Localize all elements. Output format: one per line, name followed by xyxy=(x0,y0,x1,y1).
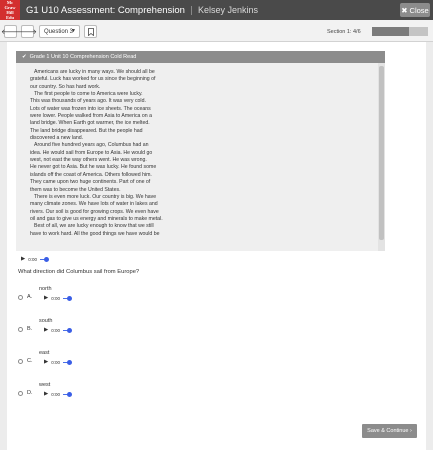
passage-line: idea. He would sail from Europe to Asia.… xyxy=(30,149,153,156)
audio-slider[interactable] xyxy=(63,359,72,365)
next-question-button[interactable]: 🡒 xyxy=(18,25,37,38)
audio-slider[interactable] xyxy=(63,295,72,301)
option-letter: C. xyxy=(27,358,33,364)
passage-line: discovered a new land. xyxy=(30,135,84,142)
scrollbar-thumb[interactable] xyxy=(379,66,384,240)
option-audio-player[interactable]: ▶ 0:00 xyxy=(44,391,72,397)
passage-line: Best of all, we are lucky enough to know… xyxy=(34,223,154,230)
question-select-value: Question 3 xyxy=(44,28,74,35)
radio-button[interactable] xyxy=(18,327,23,332)
passage-line: He never got to Asia. But he was lucky. … xyxy=(30,164,157,171)
passage-line: them was to become the United States. xyxy=(30,186,121,193)
passage-line: west, not east the way others went. He w… xyxy=(30,157,147,164)
audio-time: 0:00 xyxy=(51,327,60,333)
audio-time: 0:00 xyxy=(51,359,60,365)
play-icon[interactable]: ▶ xyxy=(21,256,25,262)
audio-slider[interactable] xyxy=(63,391,72,397)
option-letter: A. xyxy=(27,294,33,300)
radio-button[interactable] xyxy=(18,359,23,364)
section-progress-label: Section 1: 4/6 xyxy=(327,29,361,35)
passage-line: grateful. Luck has worked for us since t… xyxy=(30,76,156,83)
option-label: east xyxy=(39,350,50,356)
mcgraw-hill-logo: Mc Graw Hill Edu xyxy=(0,0,20,20)
audio-time: 0:00 xyxy=(51,391,60,397)
radio-button[interactable] xyxy=(18,295,23,300)
answer-option-a[interactable]: A. north ▶ 0:00 xyxy=(18,286,218,318)
checkmark-icon: ✔ xyxy=(22,54,27,60)
option-letter: D. xyxy=(27,390,33,396)
user-name: Kelsey Jenkins xyxy=(197,5,258,15)
assessment-title: G1 U10 Assessment: Comprehension xyxy=(26,4,185,16)
app-header: Mc Graw Hill Edu G1 U10 Assessment: Comp… xyxy=(0,0,433,20)
bookmark-icon xyxy=(87,27,94,36)
option-audio-player[interactable]: ▶ 0:00 xyxy=(44,359,72,365)
passage-line: have to work hard. All the good things w… xyxy=(30,230,160,237)
save-continue-button[interactable]: Save & Continue › xyxy=(362,424,417,438)
audio-time: 0:00 xyxy=(51,295,60,301)
question-panel: ✔ Grade 1 Unit 10 Comprehension Cold Rea… xyxy=(7,42,426,450)
audio-slider[interactable] xyxy=(40,256,49,262)
passage-header: ✔ Grade 1 Unit 10 Comprehension Cold Rea… xyxy=(16,51,385,63)
audio-slider[interactable] xyxy=(63,327,72,333)
passage-scrollbar[interactable] xyxy=(378,63,385,251)
option-audio-player[interactable]: ▶ 0:00 xyxy=(44,295,72,301)
play-icon[interactable]: ▶ xyxy=(44,391,48,397)
question-text: What direction did Columbus sail from Eu… xyxy=(18,269,140,275)
close-label: Close xyxy=(409,5,429,15)
radio-button[interactable] xyxy=(18,391,23,396)
passage-line: This was thousands of years ago. It was … xyxy=(30,98,146,105)
play-icon[interactable]: ▶ xyxy=(44,359,48,365)
play-icon[interactable]: ▶ xyxy=(44,295,48,301)
previous-question-button[interactable]: 🡐 xyxy=(1,25,20,38)
passage-line: rivers. Our soil is good for growing cro… xyxy=(30,208,159,215)
audio-time: 0:00 xyxy=(28,256,37,262)
option-label: south xyxy=(39,318,53,324)
bookmark-button[interactable] xyxy=(84,25,97,38)
passage-line: There is even more luck. Our country is … xyxy=(34,193,157,200)
answer-option-d[interactable]: D. west ▶ 0:00 xyxy=(18,382,218,414)
option-label: north xyxy=(39,286,52,292)
passage-title: Grade 1 Unit 10 Comprehension Cold Read xyxy=(29,54,137,60)
passage-scroll-area[interactable]: Americans are lucky in many ways. We sho… xyxy=(16,63,385,251)
option-label: west xyxy=(39,382,51,388)
passage-line: The first people to come to America were… xyxy=(34,91,143,98)
passage-line: land bridge. When Earth got warmer, the … xyxy=(30,120,150,127)
passage-line: Around five hundred years ago, Columbus … xyxy=(34,142,149,149)
passage-line: The land bridge disappeared. But the peo… xyxy=(30,127,143,134)
passage-line: Americans are lucky in many ways. We sho… xyxy=(34,69,155,75)
header-divider xyxy=(190,5,192,15)
option-letter: B. xyxy=(27,326,33,332)
passage-line: many climate zones. We have lots of wate… xyxy=(30,201,158,208)
play-icon[interactable]: ▶ xyxy=(44,327,48,333)
passage-line: our country. So has hard work. xyxy=(30,83,101,90)
passage-text: Americans are lucky in many ways. We sho… xyxy=(30,69,380,238)
passage-line: oil and gas to give us energy and minera… xyxy=(30,215,163,222)
arrow-left-icon: 🡐 xyxy=(1,29,20,36)
close-button[interactable]: ✖ Close xyxy=(400,3,430,17)
close-icon: ✖ xyxy=(401,5,408,15)
answer-option-b[interactable]: B. south ▶ 0:00 xyxy=(18,318,218,350)
arrow-right-icon: 🡒 xyxy=(18,29,37,36)
passage-line: They came upon two huge continents. Part… xyxy=(30,179,151,186)
passage-line: islands off the coast of America. Others… xyxy=(30,171,152,178)
passage-audio-player[interactable]: ▶ 0:00 xyxy=(21,256,49,262)
section-progress-fill xyxy=(372,27,410,36)
question-toolbar: 🡐 🡒 Question 3 ▼ Section 1: 4/6 xyxy=(0,20,433,42)
option-audio-player[interactable]: ▶ 0:00 xyxy=(44,327,72,333)
chevron-down-icon: ▼ xyxy=(71,28,76,34)
passage-line: Lots of water was frozen into ice sheets… xyxy=(30,105,151,112)
answer-option-c[interactable]: C. east ▶ 0:00 xyxy=(18,350,218,382)
section-progress-bar xyxy=(372,27,428,36)
passage-line: were lower. People walked from Asia to A… xyxy=(30,113,152,120)
question-select[interactable]: Question 3 ▼ xyxy=(39,25,80,38)
